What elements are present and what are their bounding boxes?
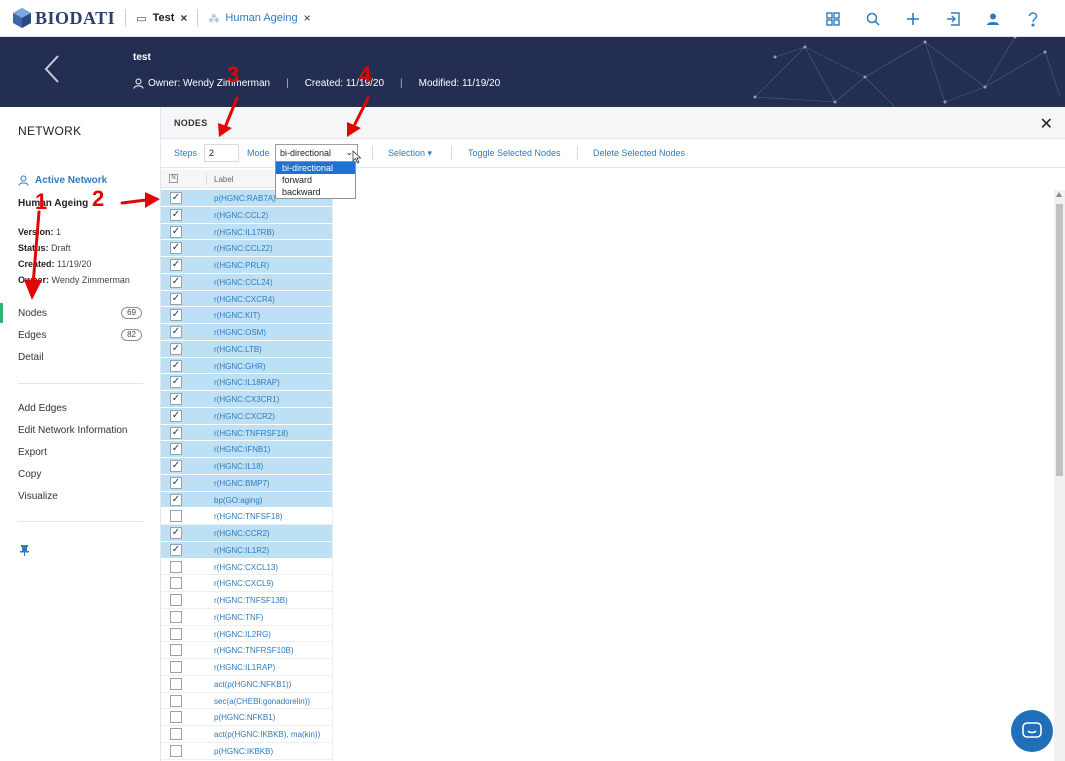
mode-option-forward[interactable]: forward [276,174,355,186]
annotation-arrow-3 [224,96,239,127]
annotation-arrow-1 [31,210,41,287]
annotation-arrows [24,96,370,300]
annotation-arrow-2 [120,198,148,205]
annotation-arrow-4 [353,96,370,126]
annotation-arrowhead-2 [145,192,160,208]
annotation-arrowhead-1 [24,280,42,300]
mode-option-bi-directional[interactable]: bi-directional [276,162,355,174]
mode-dropdown-list: bi-directional forward backward [275,161,356,199]
mode-option-backward[interactable]: backward [276,186,355,198]
mouse-cursor-icon [352,150,362,164]
